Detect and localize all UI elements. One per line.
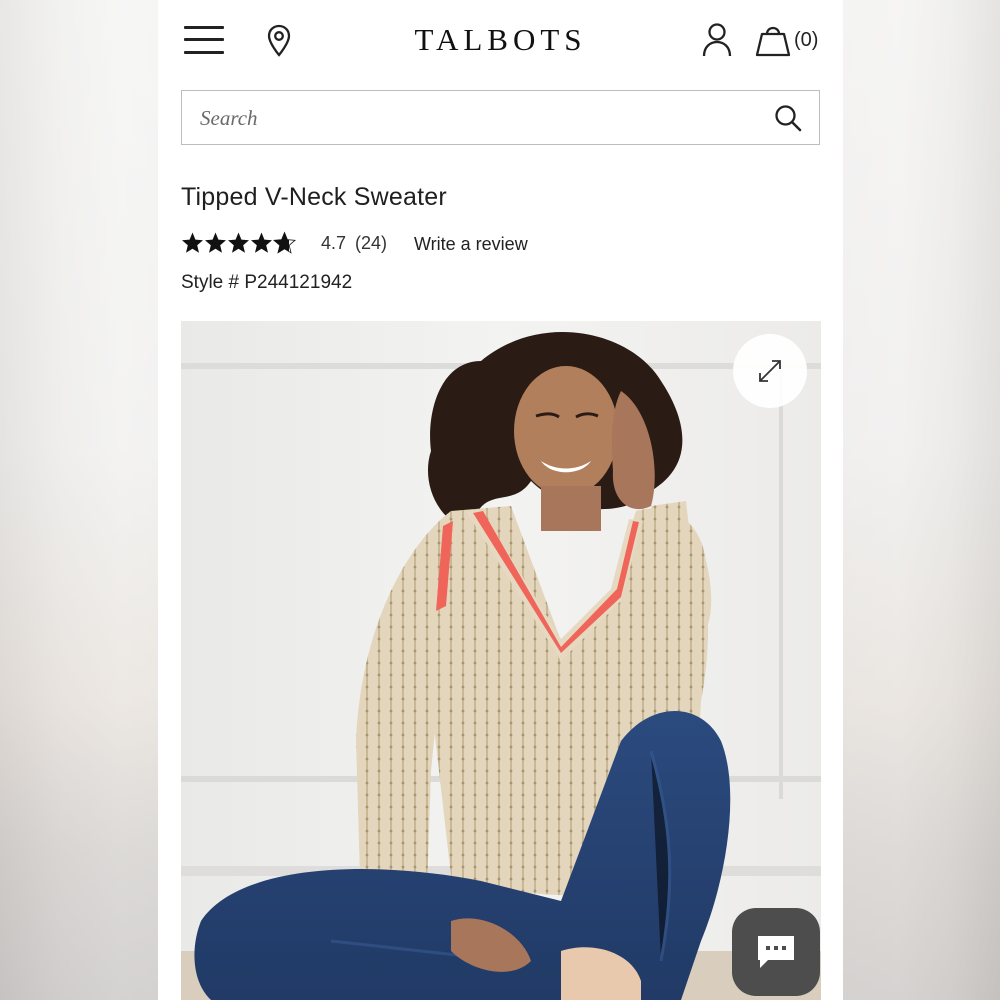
review-count[interactable]: (24) bbox=[355, 233, 387, 254]
user-icon[interactable] bbox=[702, 22, 732, 58]
background-right-blur bbox=[842, 0, 1000, 1000]
product-title: Tipped V-Neck Sweater bbox=[181, 183, 447, 211]
star-rating-icon[interactable] bbox=[181, 230, 296, 256]
product-image[interactable] bbox=[181, 321, 821, 1000]
bag-count[interactable]: (0) bbox=[794, 29, 818, 52]
brand-logo[interactable]: TALBOTS bbox=[158, 22, 843, 58]
write-review-link[interactable]: Write a review bbox=[414, 234, 528, 255]
rating-row: 4.7 (24) Write a review bbox=[181, 230, 821, 258]
style-number: Style # P244121942 bbox=[181, 272, 353, 293]
model-photo-illustration bbox=[181, 321, 821, 1000]
site-header: TALBOTS (0) bbox=[158, 0, 843, 82]
search-bar bbox=[181, 90, 820, 145]
rating-value: 4.7 bbox=[321, 233, 347, 253]
mobile-page: TALBOTS (0) Tipped V-Neck Sweater bbox=[158, 0, 843, 1000]
search-input[interactable] bbox=[200, 101, 760, 135]
chat-button[interactable] bbox=[732, 908, 820, 996]
search-icon[interactable] bbox=[774, 104, 802, 132]
expand-arrows-icon bbox=[759, 360, 781, 382]
expand-image-button[interactable] bbox=[733, 334, 807, 408]
shopping-bag-icon[interactable] bbox=[755, 22, 791, 58]
background-left-blur bbox=[0, 0, 158, 1000]
chat-bubble-icon bbox=[758, 936, 794, 968]
